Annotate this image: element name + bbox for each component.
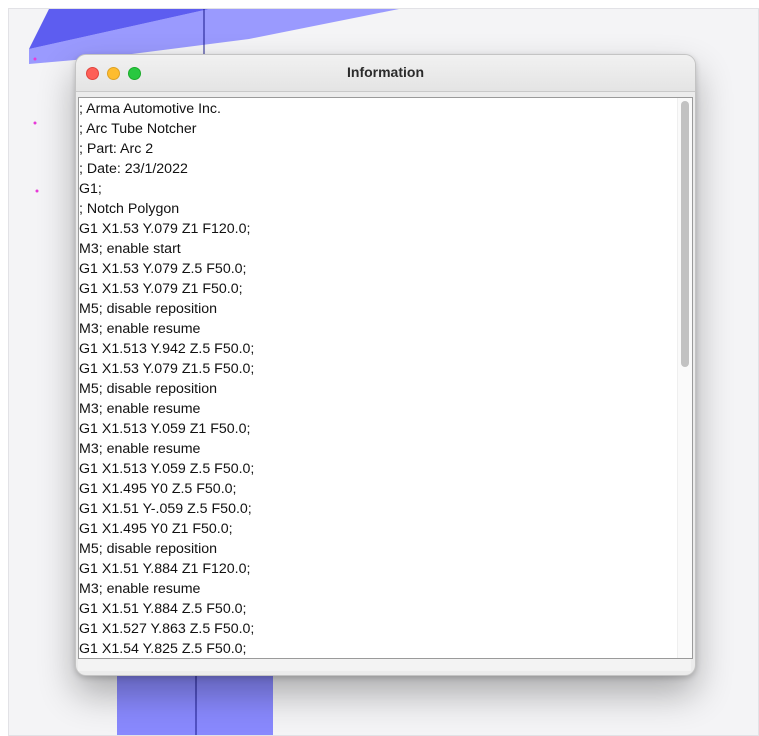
marker-dot — [33, 57, 37, 61]
text-lines: ; Arma Automotive Inc. ; Arc Tube Notcher… — [79, 99, 255, 658]
text-line: ; Arma Automotive Inc. — [79, 101, 221, 117]
marker-dot — [35, 189, 39, 193]
text-line: G1 X1.51 Y.884 Z1 F120.0; — [79, 561, 251, 577]
text-line: ; Part: Arc 2 — [79, 141, 154, 157]
text-line: ; Date: 23/1/2022 — [79, 161, 188, 177]
text-line: G1 X1.513 Y.942 Z.5 F50.0; — [79, 341, 255, 357]
text-line: G1 X1.53 Y.079 Z1.5 F50.0; — [79, 361, 255, 377]
text-line: G1 X1.513 Y.059 Z1 F50.0; — [79, 421, 251, 437]
text-line: G1; — [79, 181, 102, 197]
window-title: Information — [347, 64, 424, 80]
text-line: G1 X1.51 Y-.059 Z.5 F50.0; — [79, 501, 252, 517]
gcode-text-area[interactable]: ; Arma Automotive Inc. ; Arc Tube Notcher… — [78, 97, 693, 659]
blue-shape-bottom — [117, 669, 273, 735]
text-line: ; Arc Tube Notcher — [79, 121, 197, 137]
text-line: ; Notch Polygon — [79, 201, 180, 217]
marker-dot — [33, 121, 37, 125]
text-line: G1 X1.51 Y.884 Z.5 F50.0; — [79, 601, 247, 617]
text-line: G1 X1.53 Y.079 Z1 F50.0; — [79, 281, 243, 297]
text-line: G1 X1.513 Y.059 Z.5 F50.0; — [79, 461, 255, 477]
text-line: M3; enable start — [79, 241, 181, 257]
text-line: G1 X1.53 Y.079 Z1 F120.0; — [79, 221, 251, 237]
text-line: M3; enable resume — [79, 441, 201, 457]
vertical-scrollbar[interactable] — [677, 98, 692, 658]
text-line: M5; disable reposition — [79, 301, 218, 317]
title-bar[interactable]: Information — [76, 55, 695, 92]
text-line: M5; disable reposition — [79, 541, 218, 557]
text-line: M3; enable resume — [79, 581, 201, 597]
scrollbar-thumb[interactable] — [681, 101, 689, 367]
text-line: G1 X1.53 Y.079 Z.5 F50.0; — [79, 261, 247, 277]
text-line: G1 X1.495 Y0 Z1 F50.0; — [79, 521, 233, 537]
text-line: M3; enable resume — [79, 401, 201, 417]
horizontal-scrollbar[interactable] — [78, 659, 691, 671]
text-line: M5; disable reposition — [79, 381, 218, 397]
text-line: G1 X1.54 Y.825 Z.5 F50.0; — [79, 641, 247, 657]
text-line: G1 X1.495 Y0 Z.5 F50.0; — [79, 481, 237, 497]
information-window: Information ; Arma Automotive Inc. ; Arc … — [75, 54, 696, 676]
text-line: G1 X1.527 Y.863 Z.5 F50.0; — [79, 621, 255, 637]
text-line: M3; enable resume — [79, 321, 201, 337]
